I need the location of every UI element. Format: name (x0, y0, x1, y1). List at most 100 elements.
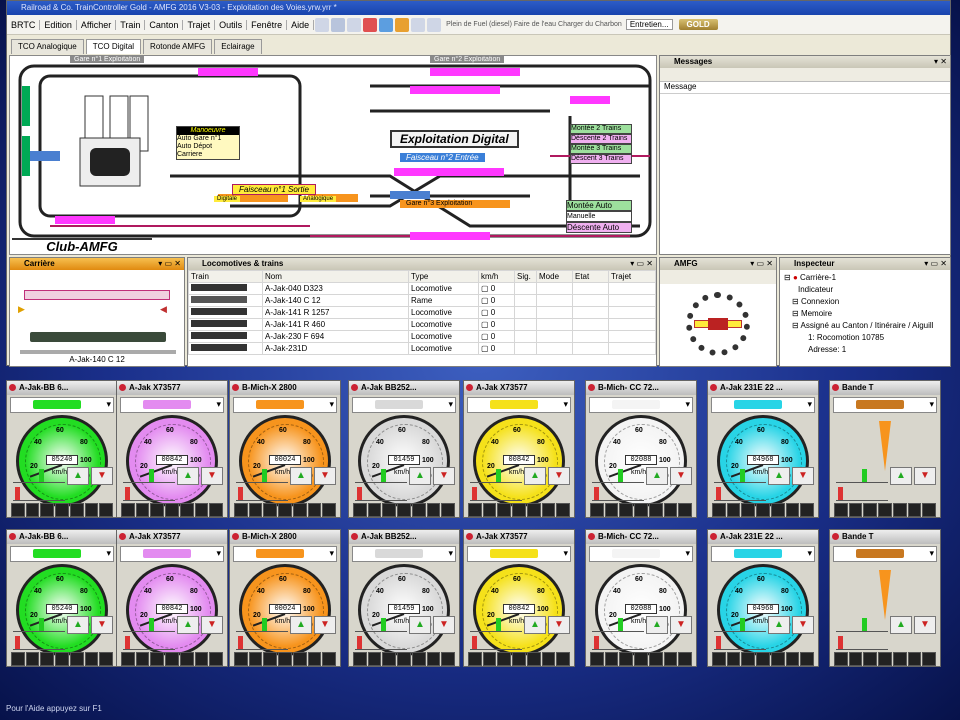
panel-controls[interactable]: ▾ ▭ ✕ (924, 258, 947, 270)
loco-selector[interactable] (467, 546, 571, 562)
montee-auto-button[interactable]: Montée Auto (566, 200, 632, 211)
function-buttons[interactable] (121, 503, 224, 517)
slider-knob[interactable] (149, 618, 154, 631)
brake-slider[interactable] (236, 636, 288, 650)
slider-knob[interactable] (862, 469, 867, 482)
loco-selector[interactable] (589, 546, 693, 562)
function-buttons[interactable] (468, 652, 571, 666)
forward-icon[interactable]: ▲ (524, 467, 546, 485)
slider-knob[interactable] (618, 618, 623, 631)
auto-depot-button[interactable]: Auto Dépot (177, 143, 239, 151)
turntable[interactable] (686, 292, 750, 356)
function-buttons[interactable] (468, 503, 571, 517)
toolbar-icon[interactable] (395, 17, 410, 32)
col-type[interactable]: Type (408, 270, 479, 283)
col-mode[interactable]: Mode (536, 270, 573, 283)
table-row[interactable]: A-Jak-140 C 12 Rame ▢ 0 (188, 294, 656, 307)
reverse-icon[interactable]: ▼ (670, 467, 692, 485)
reverse-icon[interactable]: ▼ (914, 616, 936, 634)
forward-icon[interactable]: ▲ (646, 467, 668, 485)
speed-slider[interactable] (470, 469, 522, 483)
toolbar-text[interactable]: Plein de Fuel (diesel) Faire de l'eau Ch… (446, 21, 622, 28)
speed-slider[interactable] (592, 469, 644, 483)
forward-icon[interactable]: ▲ (177, 616, 199, 634)
menu-aide[interactable]: Aide (287, 19, 315, 30)
slider-knob[interactable] (496, 618, 501, 631)
brake-slider[interactable] (13, 487, 65, 501)
slider-knob[interactable] (357, 487, 362, 500)
slider-knob[interactable] (15, 487, 20, 500)
col-trajet[interactable]: Trajet (608, 270, 656, 283)
menu-brtc[interactable]: BRTC (7, 19, 41, 30)
slider-knob[interactable] (238, 487, 243, 500)
reverse-icon[interactable]: ▼ (433, 467, 455, 485)
menu-edition[interactable]: Edition (40, 19, 77, 30)
loco-selector[interactable] (10, 397, 114, 413)
brake-slider[interactable] (355, 636, 407, 650)
brake-slider[interactable] (123, 487, 175, 501)
speed-slider[interactable] (236, 469, 288, 483)
table-row[interactable]: A-Jak-141 R 460 Locomotive ▢ 0 (188, 318, 656, 331)
loco-selector[interactable] (711, 546, 815, 562)
forward-icon[interactable]: ▲ (290, 467, 312, 485)
slider-knob[interactable] (594, 487, 599, 500)
speed-slider[interactable] (13, 469, 65, 483)
slider-knob[interactable] (838, 636, 843, 649)
slider-knob[interactable] (740, 618, 745, 631)
reverse-icon[interactable]: ▼ (314, 616, 336, 634)
menu-trajet[interactable]: Trajet (183, 19, 216, 30)
reverse-icon[interactable]: ▼ (548, 616, 570, 634)
reverse-icon[interactable]: ▼ (792, 616, 814, 634)
speed-slider[interactable] (836, 469, 888, 483)
table-row[interactable]: A-Jak-231D Locomotive ▢ 0 (188, 342, 656, 355)
forward-icon[interactable]: ▲ (67, 467, 89, 485)
slider-knob[interactable] (496, 469, 501, 482)
slider-knob[interactable] (472, 487, 477, 500)
reverse-icon[interactable]: ▼ (91, 467, 113, 485)
loco-selector[interactable] (711, 397, 815, 413)
forward-icon[interactable]: ▲ (67, 616, 89, 634)
slider-knob[interactable] (838, 487, 843, 500)
loco-selector[interactable] (352, 546, 456, 562)
slider-knob[interactable] (472, 636, 477, 649)
forward-icon[interactable]: ▲ (646, 616, 668, 634)
speed-slider[interactable] (123, 618, 175, 632)
brake-slider[interactable] (714, 636, 766, 650)
brake-slider[interactable] (714, 487, 766, 501)
auto-gare-button[interactable]: Auto Gare n°1 (177, 135, 239, 143)
loco-selector[interactable] (833, 397, 937, 413)
table-row[interactable]: A-Jak-040 D323 Locomotive ▢ 0 (188, 282, 656, 295)
speed-slider[interactable] (355, 469, 407, 483)
toolbar-icon[interactable] (315, 17, 330, 32)
menu-fenetre[interactable]: Fenêtre (247, 19, 288, 30)
loco-selector[interactable] (233, 397, 337, 413)
descente3-button[interactable]: Déscent 3 Trains (570, 154, 632, 164)
col-etat[interactable]: Etat (572, 270, 609, 283)
slider-knob[interactable] (740, 469, 745, 482)
function-buttons[interactable] (353, 652, 456, 666)
slider-knob[interactable] (39, 469, 44, 482)
forward-icon[interactable]: ▲ (768, 467, 790, 485)
slider-knob[interactable] (862, 618, 867, 631)
tree-item-carriere[interactable]: ⊟ ● Carrière-1 (784, 272, 946, 284)
loco-selector[interactable] (467, 397, 571, 413)
toolbar-icon[interactable] (347, 17, 362, 32)
slider-knob[interactable] (618, 469, 623, 482)
loco-selector[interactable] (120, 546, 224, 562)
tab-rotonde-amfg[interactable]: Rotonde AMFG (143, 39, 213, 54)
entretien-dropdown[interactable]: Entretien... (625, 19, 673, 30)
menu-canton[interactable]: Canton (145, 19, 184, 30)
panel-controls[interactable]: ▾ ▭ ✕ (158, 258, 181, 270)
forward-icon[interactable]: ▲ (409, 467, 431, 485)
loco-selector[interactable] (833, 546, 937, 562)
tree-item-connexion[interactable]: ⊟ Connexion (784, 296, 946, 308)
slider-knob[interactable] (716, 487, 721, 500)
reverse-icon[interactable]: ▼ (91, 616, 113, 634)
function-buttons[interactable] (590, 503, 693, 517)
menu-outils[interactable]: Outils (215, 19, 248, 30)
forward-icon[interactable]: ▲ (409, 616, 431, 634)
brake-slider[interactable] (836, 487, 888, 501)
menu-train[interactable]: Train (116, 19, 146, 30)
tab-tco-digital[interactable]: TCO Digital (85, 39, 142, 54)
speed-slider[interactable] (714, 618, 766, 632)
